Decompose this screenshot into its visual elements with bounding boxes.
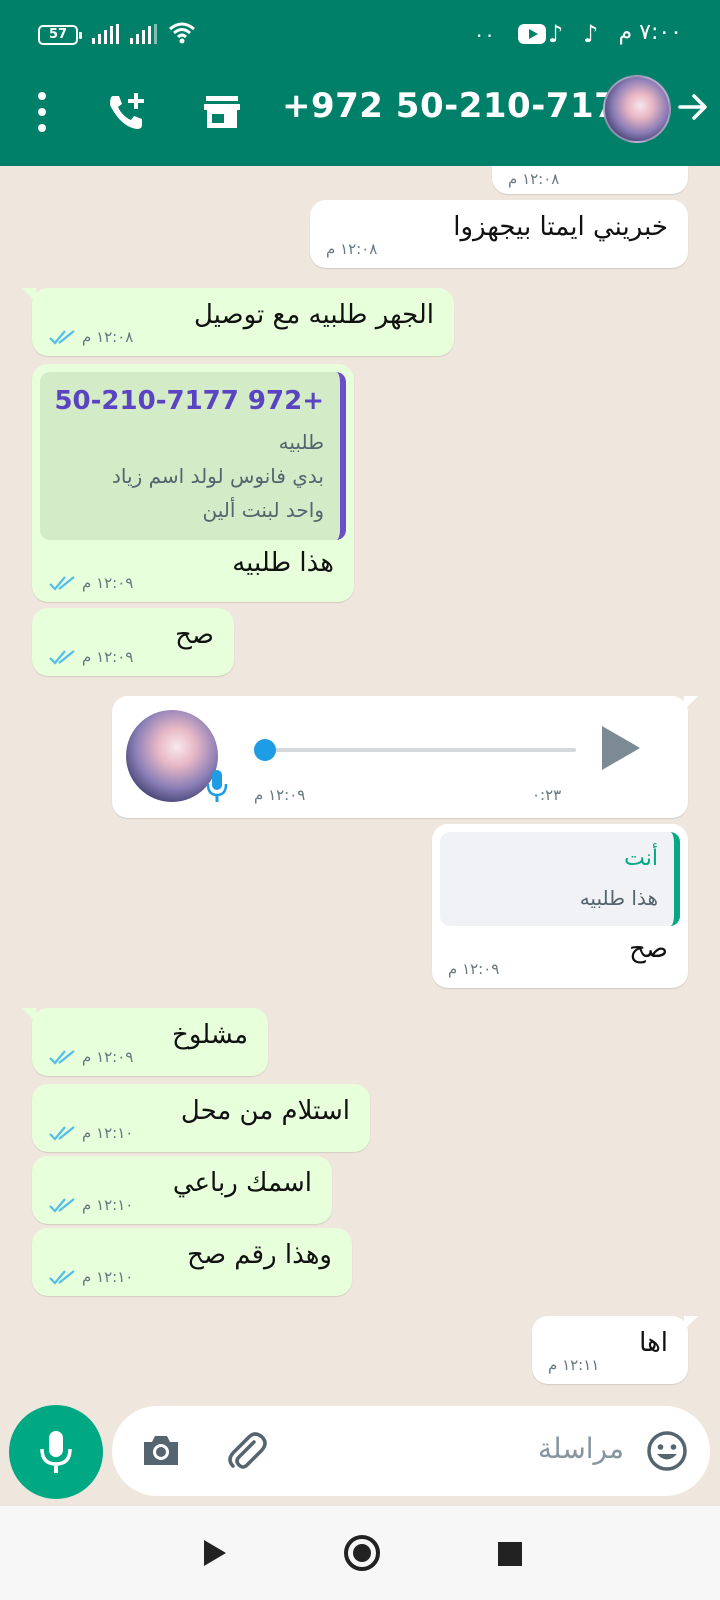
read-ticks-icon	[49, 1270, 75, 1285]
audio-duration: ٠:٢٣	[532, 786, 562, 804]
message-time: ١٢:١١ م	[548, 1356, 600, 1374]
read-ticks-icon	[49, 576, 75, 591]
add-call-icon[interactable]	[104, 90, 148, 134]
message-bubble-incoming[interactable]: مشلوخ ١٢:٠٩ م	[22, 1008, 268, 1076]
message-bubble-incoming[interactable]: صح ١٢:٠٩ م	[32, 608, 234, 676]
quoted-message[interactable]: +972 50-210-7177 طلبيه بدي فانوس لولد اس…	[40, 372, 346, 540]
back-arrow-icon[interactable]	[676, 90, 710, 124]
play-icon[interactable]	[602, 726, 640, 770]
audio-progress-track[interactable]	[266, 748, 576, 752]
read-ticks-icon	[49, 650, 75, 665]
nav-home-icon[interactable]	[344, 1535, 380, 1571]
quoted-line: بدي فانوس لولد اسم زياد	[112, 464, 324, 488]
battery-level: 57	[48, 27, 68, 42]
message-time: ١٢:٠٩ م	[82, 1048, 134, 1066]
message-input-placeholder: مراسلة	[538, 1432, 624, 1465]
message-text: وهذا رقم صح	[187, 1240, 332, 1270]
status-bar: 57 ·· ♪ ♪ ٧:٠٠ م	[0, 0, 720, 66]
nav-recents-icon[interactable]	[498, 1542, 522, 1566]
message-text: خبريني ايمتا بيجهزوا	[453, 212, 668, 242]
message-time: ١٢:١٠ م	[82, 1124, 134, 1142]
tiktok-icon: ♪	[548, 20, 564, 48]
message-time: ١٢:٠٩ م	[254, 786, 306, 804]
attach-icon[interactable]	[224, 1428, 268, 1472]
message-time: ١٢:٠٨ م	[82, 328, 134, 346]
wifi-icon	[169, 22, 195, 44]
more-options-icon[interactable]	[34, 92, 50, 132]
message-bubble-incoming[interactable]: استلام من محل ١٢:١٠ م	[32, 1084, 370, 1152]
message-time: ١٢:٠٩ م	[448, 960, 500, 978]
message-time: ١٢:١٠ م	[82, 1268, 134, 1286]
quoted-author: أنت	[624, 846, 658, 871]
message-text: اها	[639, 1328, 668, 1358]
message-text: الجهر طلبيه مع توصيل	[193, 300, 434, 330]
nav-back-icon[interactable]	[204, 1540, 226, 1566]
message-list[interactable]: ١٢:٠٨ م خبريني ايمتا بيجهزوا ١٢:٠٨ م الج…	[0, 166, 720, 1402]
emoji-icon[interactable]	[646, 1430, 688, 1472]
quoted-line: واحد لبنت ألين	[202, 498, 324, 522]
read-ticks-icon	[49, 1126, 75, 1141]
read-ticks-icon	[49, 1198, 75, 1213]
message-bubble-outgoing[interactable]: خبريني ايمتا بيجهزوا ١٢:٠٨ م	[310, 200, 688, 268]
message-time: ١٢:٠٨ م	[508, 170, 560, 188]
message-time: ١٢:١٠ م	[82, 1196, 134, 1214]
mic-icon	[206, 770, 228, 802]
mic-icon	[40, 1431, 72, 1473]
message-bubble-outgoing[interactable]: ١٢:٠٨ م	[492, 166, 688, 194]
store-icon[interactable]	[202, 94, 242, 130]
record-voice-button[interactable]	[9, 1405, 103, 1499]
chat-header: +972 50-210-7177	[0, 66, 720, 166]
message-text: اسمك رباعي	[172, 1168, 312, 1198]
message-time: ١٢:٠٩ م	[82, 648, 134, 666]
battery-icon: 57	[38, 25, 82, 45]
message-time: ١٢:٠٨ م	[326, 240, 378, 258]
youtube-icon	[518, 24, 546, 44]
system-nav-bar	[0, 1506, 720, 1600]
signal-icon	[130, 24, 157, 44]
voice-message-outgoing[interactable]: ٠:٢٣ ١٢:٠٩ م	[112, 696, 698, 818]
signal-icon	[92, 24, 119, 44]
message-bubble-incoming[interactable]: وهذا رقم صح ١٢:١٠ م	[32, 1228, 352, 1296]
composer: مراسلة	[0, 1402, 720, 1506]
camera-icon[interactable]	[140, 1432, 182, 1468]
avatar	[126, 710, 218, 802]
message-bubble-outgoing[interactable]: اها ١٢:١١ م	[532, 1316, 698, 1384]
message-bubble-incoming[interactable]: +972 50-210-7177 طلبيه بدي فانوس لولد اس…	[32, 364, 354, 602]
read-ticks-icon	[49, 330, 75, 345]
message-text: استلام من محل	[180, 1096, 350, 1126]
status-dots: ··	[476, 24, 497, 48]
avatar[interactable]	[603, 75, 671, 143]
app-header: 57 ·· ♪ ♪ ٧:٠٠ م +972 50-210-7177	[0, 0, 720, 166]
tiktok-icon: ♪	[583, 20, 599, 48]
status-time: ٧:٠٠ م	[618, 20, 683, 45]
message-time: ١٢:٠٩ م	[82, 574, 134, 592]
audio-progress-knob[interactable]	[254, 739, 276, 761]
message-bubble-incoming[interactable]: اسمك رباعي ١٢:١٠ م	[32, 1156, 332, 1224]
message-text: مشلوخ	[172, 1020, 248, 1050]
message-bubble-incoming[interactable]: الجهر طلبيه مع توصيل ١٢:٠٨ م	[22, 288, 454, 356]
quoted-line: هذا طلبيه	[579, 886, 658, 910]
message-text: صح	[175, 620, 214, 650]
message-text: هذا طلبيه	[232, 548, 334, 578]
message-text: صح	[629, 934, 668, 964]
message-input[interactable]: مراسلة	[112, 1406, 710, 1496]
quoted-line: طلبيه	[278, 430, 324, 454]
quoted-message[interactable]: أنت هذا طلبيه	[440, 832, 680, 926]
read-ticks-icon	[49, 1050, 75, 1065]
quoted-author: +972 50-210-7177	[54, 386, 324, 416]
contact-name[interactable]: +972 50-210-7177	[282, 86, 642, 126]
message-bubble-outgoing[interactable]: أنت هذا طلبيه صح ١٢:٠٩ م	[432, 824, 688, 988]
